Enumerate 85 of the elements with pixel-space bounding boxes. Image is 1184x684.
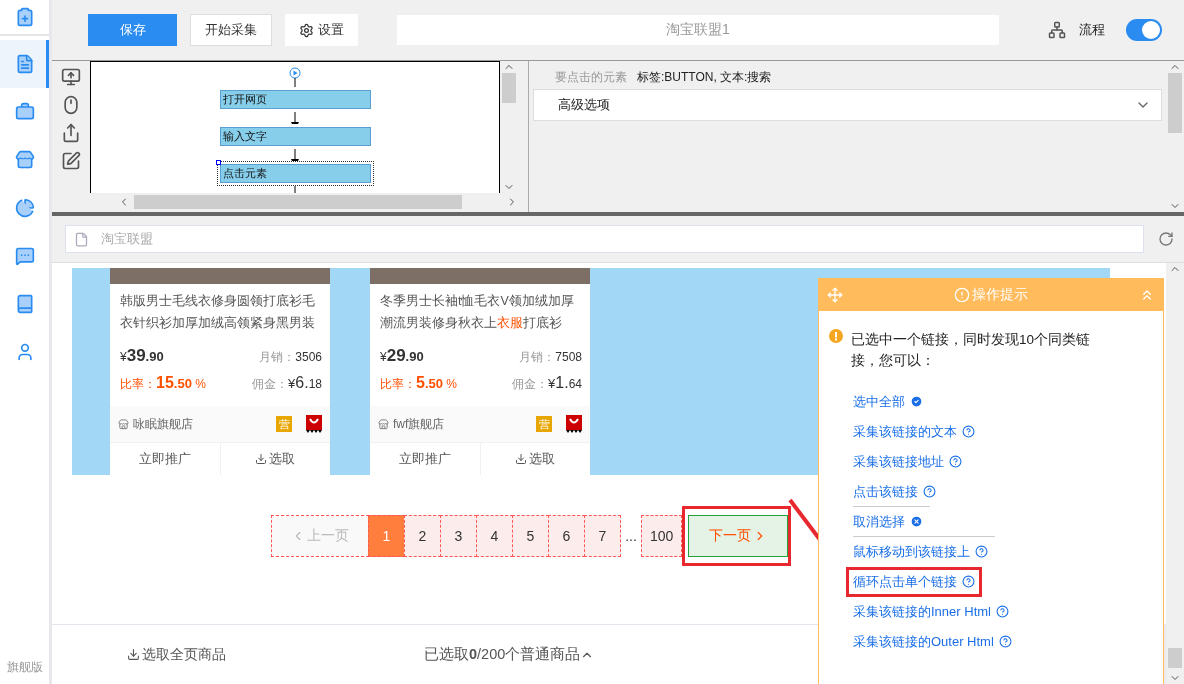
commission-rate: 比率：5.50 % [380,374,457,393]
cancel-icon [910,515,923,528]
product-title[interactable]: 韩版男士毛线衣修身圆领打底衫毛衣针织衫加厚加绒高领紧身黑男装 [110,284,330,346]
download-icon [127,648,140,661]
help-icon [923,485,936,498]
check-icon [910,395,923,408]
pagination-ellipsis[interactable]: ... [620,515,642,557]
tip-action-link[interactable]: 点击该链接 [853,482,936,501]
arrow-connector [290,149,300,162]
tip-action-link[interactable]: 采集该链接的Inner Html [853,602,1009,621]
shop-name[interactable]: fwf旗舰店 [393,415,445,433]
commission: 佣金：¥1.64 [512,374,582,393]
briefcase-icon [14,102,35,122]
mouse-icon[interactable] [61,95,81,115]
selection-summary[interactable]: 已选取0/200个普通商品 [424,645,595,664]
settings-button[interactable]: 设置 [285,14,358,46]
page-icon [74,231,89,247]
page-button[interactable]: 6 [548,515,585,557]
arrow-connector [290,112,300,125]
edit-icon[interactable] [61,151,81,171]
element-label: 要点击的元素 [555,68,627,86]
help-icon [962,575,975,588]
pie-chart-icon [14,198,35,218]
page-button[interactable]: 5 [512,515,549,557]
tip-title: 操作提示 [954,286,1028,304]
tip-action-link[interactable]: 采集该链接的Outer Html [853,632,1012,651]
shop-badge: 营 [536,416,552,432]
info-icon [954,287,970,303]
tip-action-link[interactable]: 采集该链接地址 [853,452,962,471]
edition-label: 旗舰版 [6,659,43,676]
page-button[interactable]: 7 [584,515,621,557]
shop-badge: 营 [276,416,292,432]
commission-rate: 比率：15.50 % [120,374,206,393]
help-icon [962,425,975,438]
move-icon[interactable] [827,287,843,303]
download-icon [255,453,268,465]
commission: 佣金：¥6.18 [252,374,322,393]
chat-icon [14,246,35,266]
price: ¥39.90 [120,346,164,366]
shop-icon [378,418,389,430]
tip-action-link[interactable]: 选中全部 [853,392,923,411]
tmall-bag-icon [566,415,582,433]
tmall-bag-icon [306,415,322,433]
tip-action-link[interactable]: 采集该链接的文本 [853,422,975,441]
tip-action-link[interactable]: 鼠标移动到该链接上 [853,542,988,561]
element-value: 标签:BUTTON, 文本:搜索 [637,68,772,86]
settings-icon [299,22,314,38]
page-button[interactable]: 2 [404,515,441,557]
sidebar-item[interactable] [0,40,49,88]
scrollbar-thumb[interactable] [502,73,516,103]
refresh-icon[interactable] [1158,231,1174,247]
export-icon[interactable] [61,123,81,143]
monthly-sales: 月销：7508 [519,349,582,366]
start-connector-drawing [289,67,301,88]
page-button[interactable]: 4 [476,515,513,557]
page-button[interactable]: 3 [440,515,477,557]
page-button[interactable]: 100 [641,515,683,557]
scrollbar-thumb[interactable] [1168,73,1182,133]
shop-icon [118,418,129,430]
tip-message: 已选中一个链接，同时发现10个同类链接，您可以： [851,331,1092,370]
help-icon [998,635,1012,648]
warning-icon [829,329,843,343]
help-icon [975,545,988,558]
monthly-sales: 月销：3506 [259,349,322,366]
flow-icon [1048,21,1066,39]
select-all-button[interactable]: 选取全页商品 [127,645,424,664]
flow-node[interactable]: 输入文字 [219,127,371,147]
vertical-scrollbar[interactable] [1166,263,1184,684]
start-button[interactable]: 开始采集 [190,14,272,46]
help-icon [995,605,1009,618]
tip-action-link[interactable]: 循环点击单个链接 [853,572,975,591]
store-icon [14,150,35,170]
shop-name[interactable]: 咏眠旗舰店 [133,415,193,433]
advanced-options[interactable]: 高级选项 [533,89,1162,121]
product-title[interactable]: 冬季男士长袖t恤毛衣V领加绒加厚潮流男装修身秋衣上衣服打底衫 [370,284,590,346]
scrollbar-thumb[interactable] [133,195,463,209]
download-icon [515,453,528,465]
tip-action-link[interactable]: 取消选择 [853,512,923,531]
help-icon [949,455,962,468]
scrollbar-thumb[interactable] [1168,648,1182,668]
flow-toggle[interactable] [1126,19,1162,41]
price: ¥29.90 [380,346,424,366]
flow-node[interactable]: 点击元素 [219,164,371,184]
flow-node[interactable]: 打开网页 [219,90,371,110]
flow-label: 流程 [1079,21,1105,39]
